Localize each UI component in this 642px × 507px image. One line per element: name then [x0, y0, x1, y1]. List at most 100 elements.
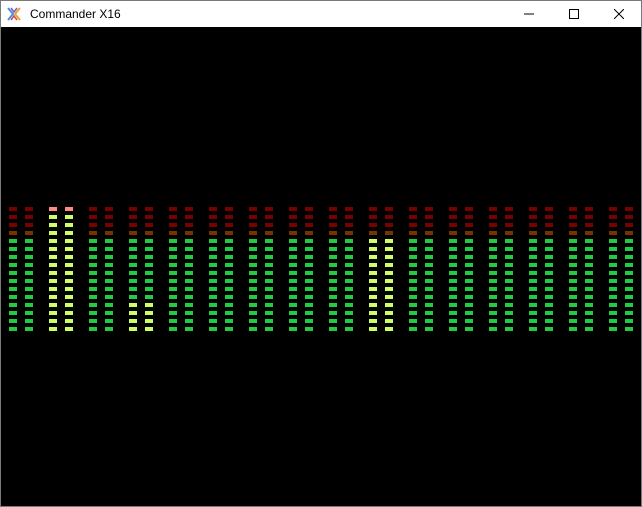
- meter-segment: [529, 311, 537, 315]
- meter-segment: [289, 255, 297, 259]
- meter-segment: [249, 271, 257, 275]
- meter-segment: [65, 207, 73, 211]
- meter-segment: [609, 279, 617, 283]
- meter-segment: [305, 303, 313, 307]
- meter-segment: [329, 215, 337, 219]
- meter-segment: [225, 327, 233, 331]
- meter-segment: [105, 303, 113, 307]
- meter-segment: [545, 279, 553, 283]
- meter-segment: [505, 223, 513, 227]
- meter-segment: [569, 231, 577, 235]
- maximize-button[interactable]: [551, 1, 596, 27]
- meter-segment: [585, 287, 593, 291]
- meter-segment: [569, 295, 577, 299]
- meter-segment: [105, 327, 113, 331]
- meter-segment: [345, 319, 353, 323]
- meter-segment: [489, 287, 497, 291]
- meter-segment: [225, 271, 233, 275]
- meter-segment: [569, 271, 577, 275]
- meter-segment: [625, 223, 633, 227]
- meter-segment: [289, 207, 297, 211]
- meter-segment: [465, 223, 473, 227]
- meter-segment: [625, 215, 633, 219]
- meter-segment: [625, 319, 633, 323]
- meter-segment: [489, 215, 497, 219]
- meter-segment: [305, 223, 313, 227]
- meter-segment: [489, 231, 497, 235]
- meter-segment: [289, 239, 297, 243]
- meter-segment: [129, 207, 137, 211]
- meter-segment: [129, 247, 137, 251]
- meter-segment: [209, 295, 217, 299]
- meter-channel: [289, 207, 313, 331]
- meter-segment: [345, 271, 353, 275]
- meter-segment: [569, 207, 577, 211]
- meter-segment: [169, 239, 177, 243]
- meter-segment: [489, 207, 497, 211]
- meter-segment: [625, 239, 633, 243]
- minimize-button[interactable]: [506, 1, 551, 27]
- meter-segment: [609, 303, 617, 307]
- meter-segment: [305, 295, 313, 299]
- meter-segment: [545, 239, 553, 243]
- meter-segment: [329, 263, 337, 267]
- meter-segment: [209, 263, 217, 267]
- meter-segment: [9, 279, 17, 283]
- meter-segment: [89, 263, 97, 267]
- meter-segment: [289, 319, 297, 323]
- meter-segment: [345, 207, 353, 211]
- meter-segment: [305, 287, 313, 291]
- meter-segment: [385, 295, 393, 299]
- meter-segment: [129, 223, 137, 227]
- meter-segment: [449, 263, 457, 267]
- meter-segment: [249, 207, 257, 211]
- x16-logo-icon[interactable]: [6, 6, 22, 22]
- meter-segment: [249, 327, 257, 331]
- meter-segment: [209, 215, 217, 219]
- meter-segment: [185, 327, 193, 331]
- meter-segment: [385, 311, 393, 315]
- close-button[interactable]: [596, 1, 641, 27]
- meter-segment: [545, 311, 553, 315]
- meter-segment: [449, 319, 457, 323]
- meter-channel: [529, 207, 553, 331]
- meter-segment: [489, 327, 497, 331]
- meter-segment: [425, 231, 433, 235]
- meter-segment: [529, 215, 537, 219]
- meter-segment: [289, 303, 297, 307]
- meter-segment: [49, 223, 57, 227]
- meter-segment: [145, 327, 153, 331]
- meter-segment: [569, 327, 577, 331]
- meter-segment: [265, 215, 273, 219]
- title-bar[interactable]: Commander X16: [1, 1, 641, 27]
- meter-segment: [449, 255, 457, 259]
- meter-segment: [465, 311, 473, 315]
- meter-segment: [625, 207, 633, 211]
- meter-segment: [129, 231, 137, 235]
- meter-segment: [609, 231, 617, 235]
- meter-segment: [9, 207, 17, 211]
- meter-segment: [65, 223, 73, 227]
- emulator-screen[interactable]: [1, 27, 641, 506]
- meter-segment: [225, 295, 233, 299]
- meter-segment: [225, 207, 233, 211]
- meter-segment: [65, 255, 73, 259]
- meter-segment: [49, 279, 57, 283]
- meter-segment: [145, 279, 153, 283]
- meter-segment: [65, 239, 73, 243]
- meter-segment: [425, 311, 433, 315]
- meter-segment: [609, 295, 617, 299]
- meter-segment: [9, 287, 17, 291]
- meter-channel: [129, 207, 153, 331]
- meter-segment: [145, 207, 153, 211]
- meter-segment: [305, 279, 313, 283]
- meter-segment: [225, 279, 233, 283]
- meter-segment: [25, 263, 33, 267]
- meter-segment: [169, 271, 177, 275]
- meter-segment: [265, 295, 273, 299]
- meter-segment: [185, 223, 193, 227]
- meter-segment: [329, 303, 337, 307]
- meter-segment: [345, 303, 353, 307]
- meter-segment: [185, 207, 193, 211]
- meter-segment: [585, 311, 593, 315]
